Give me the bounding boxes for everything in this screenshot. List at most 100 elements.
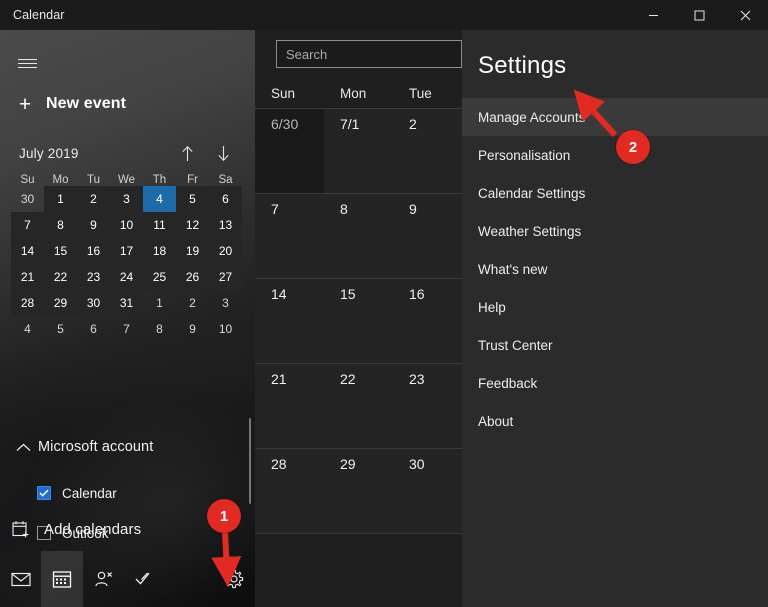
mini-day-cell[interactable]: 27 — [209, 264, 242, 290]
mini-day-cell[interactable]: 9 — [77, 212, 110, 238]
mini-day-cell[interactable]: 19 — [176, 238, 209, 264]
nav-todo-button[interactable] — [124, 551, 165, 607]
maximize-button[interactable] — [676, 0, 722, 30]
weekday-header-2: Tue — [409, 85, 432, 101]
mini-day-cell[interactable]: 11 — [143, 212, 176, 238]
settings-item-about[interactable]: About — [462, 402, 768, 440]
settings-item-weather-settings[interactable]: Weather Settings — [462, 212, 768, 250]
window-title: Calendar — [13, 8, 65, 22]
settings-item-calendar-settings[interactable]: Calendar Settings — [462, 174, 768, 212]
mini-day-cell[interactable]: 10 — [110, 212, 143, 238]
nav-people-button[interactable] — [83, 551, 124, 607]
mini-day-cell[interactable]: 2 — [77, 186, 110, 212]
mini-day-cell[interactable]: 6 — [77, 316, 110, 342]
calendar-day-cell[interactable]: 7/1 — [324, 109, 393, 193]
calendar-day-number: 2 — [409, 116, 417, 132]
mini-day-cell[interactable]: 7 — [11, 212, 44, 238]
calendar-day-number: 16 — [409, 286, 425, 302]
mini-week-row: 7 8 9 10 11 12 13 — [0, 212, 255, 238]
nav-mail-button[interactable] — [0, 551, 41, 607]
mini-day-cell[interactable]: 8 — [143, 316, 176, 342]
mini-day-cell[interactable]: 30 — [11, 186, 44, 212]
settings-item-feedback[interactable]: Feedback — [462, 364, 768, 402]
sidebar-scrollbar[interactable] — [249, 418, 251, 504]
mini-day-cell[interactable]: 26 — [176, 264, 209, 290]
calendar-day-number: 30 — [409, 456, 425, 472]
calendar-day-cell[interactable]: 22 — [324, 364, 393, 448]
calendar-week-row: 21 22 23 — [255, 364, 462, 449]
calendar-day-cell[interactable]: 30 — [393, 449, 462, 533]
mini-day-cell[interactable]: 4 — [11, 316, 44, 342]
settings-panel: Settings Manage Accounts Personalisation C… — [462, 30, 768, 607]
calendar-day-number: 23 — [409, 371, 425, 387]
settings-item-what-s-new[interactable]: What's new — [462, 250, 768, 288]
mini-day-cell[interactable]: 30 — [77, 290, 110, 316]
mini-day-cell[interactable]: 17 — [110, 238, 143, 264]
mini-day-cell[interactable]: 24 — [110, 264, 143, 290]
mini-day-cell[interactable]: 15 — [44, 238, 77, 264]
hamburger-menu-button[interactable] — [9, 46, 45, 80]
mini-day-cell[interactable]: 3 — [209, 290, 242, 316]
next-month-button[interactable] — [213, 140, 233, 166]
search-input[interactable]: Search — [276, 40, 462, 68]
mini-day-cell[interactable]: 29 — [44, 290, 77, 316]
mini-weekday-row: Su Mo Tu We Th Fr Sa — [0, 174, 255, 186]
gear-icon — [225, 569, 244, 589]
calendar-day-cell[interactable]: 9 — [393, 194, 462, 278]
mini-day-cell[interactable]: 8 — [44, 212, 77, 238]
calendar-day-cell[interactable]: 15 — [324, 279, 393, 363]
settings-item-trust-center[interactable]: Trust Center — [462, 326, 768, 364]
calendar-day-cell[interactable]: 7 — [255, 194, 324, 278]
mini-week-row: 4 5 6 7 8 9 10 — [0, 316, 255, 342]
minimize-button[interactable] — [630, 0, 676, 30]
mini-day-cell[interactable]: 6 — [209, 186, 242, 212]
calendar-week-row: 28 29 30 — [255, 449, 462, 534]
nav-calendar-button[interactable] — [41, 551, 83, 607]
mini-day-cell[interactable]: 5 — [176, 186, 209, 212]
mini-day-cell[interactable]: 14 — [11, 238, 44, 264]
mini-day-cell[interactable]: 18 — [143, 238, 176, 264]
mini-day-cell[interactable]: 10 — [209, 316, 242, 342]
mini-day-cell[interactable]: 9 — [176, 316, 209, 342]
mini-day-cell[interactable]: 12 — [176, 212, 209, 238]
weekday-header-row: Sun Mon Tue — [255, 78, 462, 109]
calendar-day-number: 8 — [340, 201, 348, 217]
mini-day-cell[interactable]: 20 — [209, 238, 242, 264]
settings-item-help[interactable]: Help — [462, 288, 768, 326]
mini-day-cell[interactable]: 5 — [44, 316, 77, 342]
mini-day-cell[interactable]: 3 — [110, 186, 143, 212]
calendar-day-cell[interactable]: 21 — [255, 364, 324, 448]
prev-month-button[interactable] — [177, 140, 197, 166]
mini-day-cell[interactable]: 1 — [44, 186, 77, 212]
mini-day-cell[interactable]: 23 — [77, 264, 110, 290]
minimize-icon — [648, 14, 658, 16]
settings-item-manage-accounts[interactable]: Manage Accounts — [462, 98, 768, 136]
mini-day-cell[interactable]: 25 — [143, 264, 176, 290]
calendar-day-cell[interactable]: 2 — [393, 109, 462, 193]
mini-day-cell[interactable]: 7 — [110, 316, 143, 342]
mini-day-cell[interactable]: 2 — [176, 290, 209, 316]
close-button[interactable] — [722, 0, 768, 30]
mini-day-cell[interactable]: 21 — [11, 264, 44, 290]
calendar-day-cell[interactable]: 14 — [255, 279, 324, 363]
calendar-day-cell[interactable]: 16 — [393, 279, 462, 363]
calendar-day-cell[interactable]: 6/30 — [255, 109, 324, 193]
mini-day-cell[interactable]: 1 — [143, 290, 176, 316]
nav-settings-button[interactable] — [214, 551, 255, 607]
calendar-grid: 6/30 7/1 2 7 8 9 14 15 16 21 22 23 28 29 30 — [255, 109, 462, 534]
calendar-day-cell[interactable]: 8 — [324, 194, 393, 278]
settings-item-personalisation[interactable]: Personalisation — [462, 136, 768, 174]
calendar-day-cell[interactable]: 23 — [393, 364, 462, 448]
mini-day-cell[interactable]: 31 — [110, 290, 143, 316]
account-header[interactable]: Microsoft account — [0, 430, 255, 464]
calendar-checkbox[interactable] — [37, 486, 51, 500]
mini-day-cell[interactable]: 16 — [77, 238, 110, 264]
new-event-button[interactable]: + New event — [10, 86, 240, 122]
calendar-day-number: 15 — [340, 286, 356, 302]
mini-day-cell[interactable]: 13 — [209, 212, 242, 238]
calendar-day-cell[interactable]: 29 — [324, 449, 393, 533]
mini-day-cell[interactable]: 22 — [44, 264, 77, 290]
mini-day-cell[interactable]: 4 — [143, 186, 176, 212]
calendar-day-cell[interactable]: 28 — [255, 449, 324, 533]
mini-day-cell[interactable]: 28 — [11, 290, 44, 316]
